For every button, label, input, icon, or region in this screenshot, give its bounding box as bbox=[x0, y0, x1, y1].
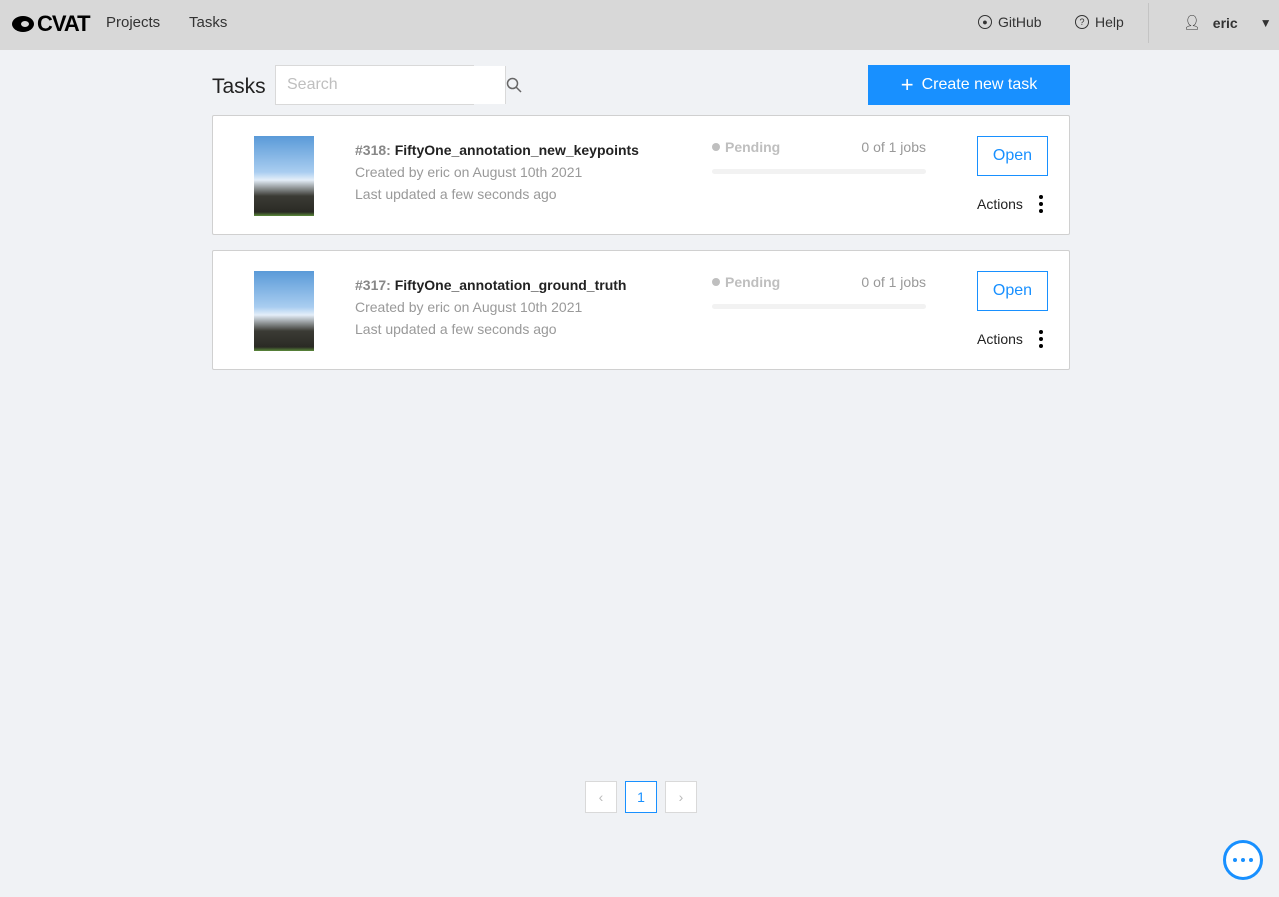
search-icon bbox=[506, 77, 522, 93]
task-name: FiftyOne_annotation_ground_truth bbox=[394, 277, 627, 293]
open-button[interactable]: Open bbox=[977, 136, 1048, 176]
jobs-count: 0 of 1 jobs bbox=[861, 274, 926, 290]
help-label: Help bbox=[1095, 14, 1124, 30]
actions-menu[interactable]: Actions bbox=[977, 195, 1047, 213]
progress-bar bbox=[712, 304, 926, 309]
page-title: Tasks bbox=[212, 75, 266, 98]
logo-text: CVAT bbox=[37, 11, 91, 36]
task-status: Pending bbox=[712, 139, 780, 155]
plus-icon: + bbox=[900, 72, 914, 97]
search-input[interactable] bbox=[276, 66, 505, 104]
actions-label: Actions bbox=[977, 196, 1023, 212]
username: eric bbox=[1212, 14, 1238, 31]
next-page-button[interactable]: › bbox=[665, 781, 697, 813]
task-thumbnail[interactable] bbox=[254, 271, 314, 351]
task-created: Created by eric on August 10th 2021 bbox=[355, 299, 583, 315]
tasks-toolbar: Tasks + Create new task bbox=[212, 65, 1070, 105]
user-menu[interactable]: 👤︎ eric ▼ bbox=[1183, 14, 1272, 31]
top-bar: CVAT Projects Tasks ● GitHub ? Help 👤︎ eric… bbox=[0, 0, 1279, 50]
prev-page-button[interactable]: ‹ bbox=[585, 781, 617, 813]
user-icon: 👤︎ bbox=[1183, 14, 1201, 30]
task-id: #317: bbox=[355, 277, 391, 293]
logo-eye-icon bbox=[12, 16, 34, 32]
github-label: GitHub bbox=[998, 14, 1042, 30]
nav-projects[interactable]: Projects bbox=[106, 14, 160, 31]
caret-down-icon: ▼ bbox=[1259, 15, 1272, 30]
nav-tasks[interactable]: Tasks bbox=[189, 14, 227, 31]
task-updated: Last updated a few seconds ago bbox=[355, 321, 557, 337]
help-link[interactable]: ? Help bbox=[1075, 14, 1124, 30]
search-box bbox=[275, 65, 522, 105]
task-id: #318: bbox=[355, 142, 391, 158]
actions-menu[interactable]: Actions bbox=[977, 330, 1047, 348]
create-task-button[interactable]: + Create new task bbox=[868, 65, 1070, 105]
progress-bar bbox=[712, 169, 926, 174]
status-dot-icon bbox=[712, 143, 720, 151]
status-label: Pending bbox=[725, 274, 781, 290]
task-name: FiftyOne_annotation_new_keypoints bbox=[394, 142, 639, 158]
task-status: Pending bbox=[712, 274, 780, 290]
task-thumbnail[interactable] bbox=[254, 136, 314, 216]
chat-button[interactable] bbox=[1223, 840, 1263, 880]
task-created: Created by eric on August 10th 2021 bbox=[355, 164, 583, 180]
help-icon: ? bbox=[1075, 15, 1089, 29]
jobs-count: 0 of 1 jobs bbox=[861, 139, 926, 155]
task-card: #317: FiftyOne_annotation_ground_truth C… bbox=[212, 250, 1070, 370]
search-button[interactable] bbox=[505, 66, 522, 104]
github-icon: ● bbox=[978, 15, 992, 29]
pagination: ‹ 1 › bbox=[585, 781, 697, 813]
divider bbox=[1148, 3, 1149, 43]
task-updated: Last updated a few seconds ago bbox=[355, 186, 557, 202]
status-dot-icon bbox=[712, 278, 720, 286]
more-vertical-icon bbox=[1035, 330, 1047, 348]
cvat-logo[interactable]: CVAT bbox=[12, 11, 91, 37]
github-link[interactable]: ● GitHub bbox=[978, 14, 1042, 30]
page-1-button[interactable]: 1 bbox=[625, 781, 657, 813]
chat-icon bbox=[1233, 858, 1237, 862]
actions-label: Actions bbox=[977, 331, 1023, 347]
task-card: #318: FiftyOne_annotation_new_keypoints … bbox=[212, 115, 1070, 235]
create-task-label: Create new task bbox=[921, 76, 1038, 93]
open-button[interactable]: Open bbox=[977, 271, 1048, 311]
more-vertical-icon bbox=[1035, 195, 1047, 213]
status-label: Pending bbox=[725, 139, 781, 155]
